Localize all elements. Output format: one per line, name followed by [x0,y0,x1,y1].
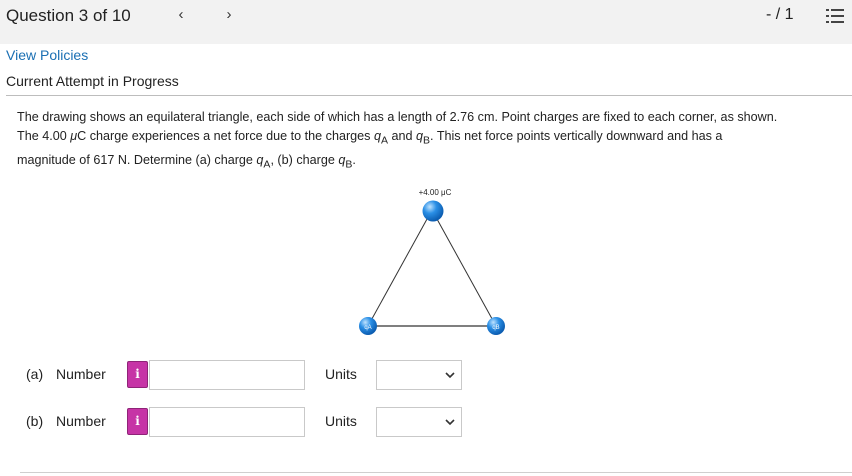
triangle-side-right [431,209,497,327]
part-a-info-button[interactable]: i [127,361,148,388]
chevron-down-icon [445,372,455,379]
top-bar: Question 3 of 10 ‹ › - / 1 [0,0,852,44]
list-icon[interactable] [826,8,844,24]
charge-a-label: qA [364,325,371,331]
view-policies-link[interactable]: View Policies [6,47,88,63]
top-charge [422,200,444,222]
part-a-units-select[interactable] [376,360,462,390]
problem-statement: The drawing shows an equilateral triangl… [17,108,847,174]
part-a-number-label: Number [56,366,106,382]
part-b-label: (b) [26,413,44,429]
part-a-label: (a) [26,366,44,382]
score-display: - / 1 [766,6,794,23]
divider [6,95,852,96]
part-b-number-input[interactable] [149,407,305,437]
part-b-number-label: Number [56,413,106,429]
part-a-units-label: Units [325,366,357,382]
bottom-divider [20,472,852,476]
previous-question-button[interactable]: ‹ [170,4,192,26]
attempt-status: Current Attempt in Progress [6,73,179,89]
chevron-down-icon [445,419,455,426]
problem-line-3: magnitude of 617 N. Determine (a) charge… [17,152,356,171]
problem-line-1: The drawing shows an equilateral triangl… [17,110,778,124]
part-b-units-label: Units [325,413,357,429]
top-charge-label: +4.00 μC [419,188,452,197]
part-b-info-button[interactable]: i [127,408,148,435]
part-b-units-select[interactable] [376,407,462,437]
question-counter: Question 3 of 10 [6,6,131,25]
part-a-number-input[interactable] [149,360,305,390]
triangle-diagram: +4.00 μC qA qB [359,188,505,335]
triangle-side-left [367,209,433,327]
charge-b-label: qB [492,325,499,331]
next-question-button[interactable]: › [218,4,240,26]
problem-line-2: The 4.00 μC charge experiences a net for… [17,129,723,147]
